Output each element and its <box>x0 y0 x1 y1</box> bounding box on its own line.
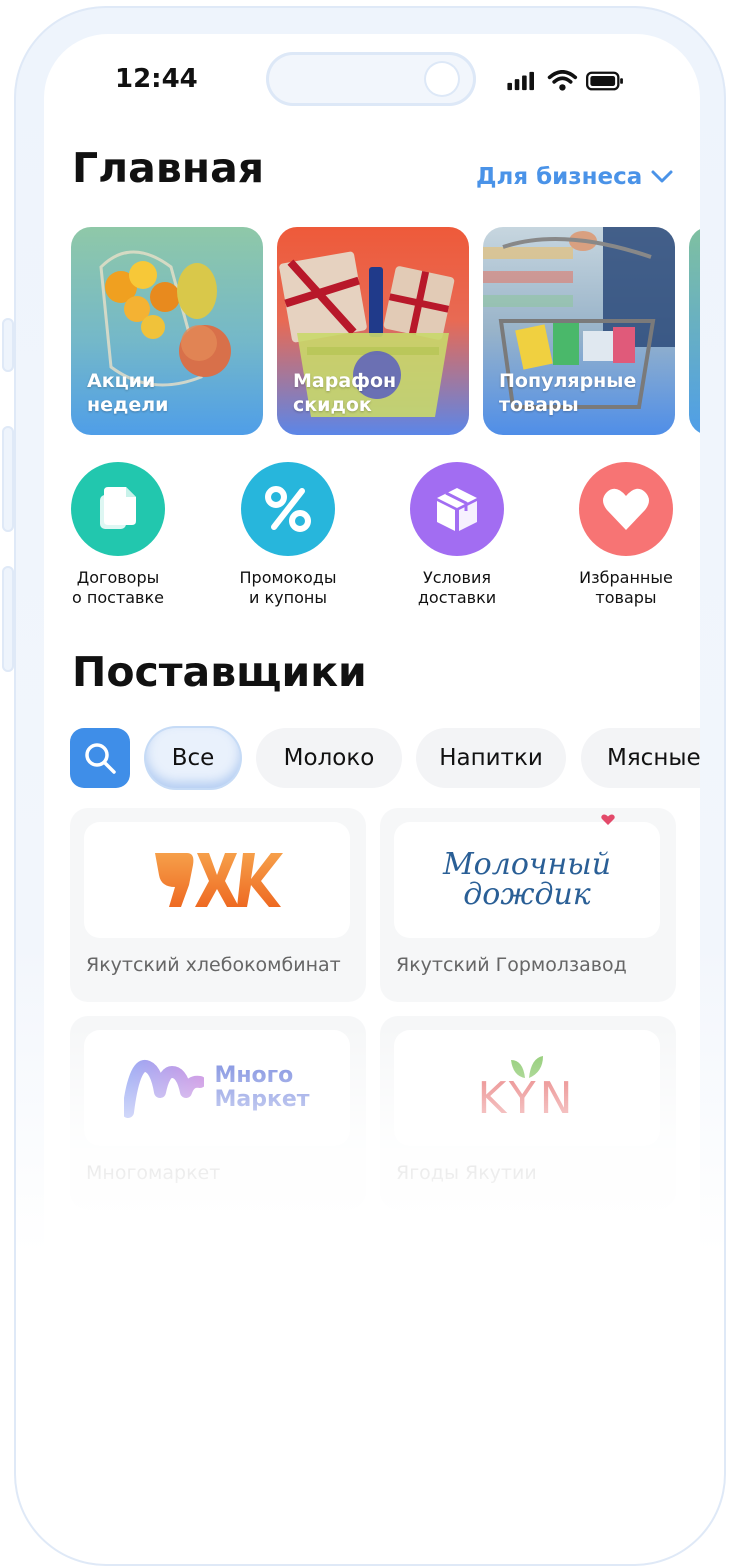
page-title: Главная <box>72 144 265 192</box>
quick-action-circle <box>71 462 165 556</box>
supplier-logo: Молочный дождик <box>394 814 660 940</box>
story-card-popular-goods[interactable]: Популярные товары <box>483 227 675 435</box>
phone-side-button <box>2 566 14 672</box>
story-card-next[interactable] <box>689 227 700 435</box>
quick-action-contracts[interactable]: Договоры о поставке <box>44 462 193 608</box>
supplier-card-bread[interactable]: Якутский хлебокомбинат <box>70 808 366 1002</box>
signal-icon <box>507 71 534 91</box>
percent-icon <box>265 486 311 532</box>
quick-action-label: Промокоды и купоны <box>239 568 337 607</box>
dynamic-island <box>266 52 476 106</box>
battery-icon <box>586 71 623 91</box>
supplier-logo: KYN <box>394 1030 660 1146</box>
supplier-card-dairy[interactable]: Молочный дождик Якутский Гормолзавод <box>380 808 676 1002</box>
supplier-name: Ягоды Якутии <box>396 1162 537 1184</box>
phone-side-button <box>2 318 14 372</box>
supplier-card-berries[interactable]: KYN Ягоды Якутии <box>380 1016 676 1210</box>
story-card-discount-marathon[interactable]: Марафон скидок <box>277 227 469 435</box>
filter-chip-milk[interactable]: Молоко <box>256 728 402 788</box>
supplier-name: Многомаркет <box>86 1162 221 1184</box>
story-card-weekly-deals[interactable]: Акции недели <box>71 227 263 435</box>
quick-action-label: Избранные товары <box>579 568 673 607</box>
supplier-name: Якутский хлебокомбинат <box>86 954 341 976</box>
kyn-logo: KYN <box>477 1054 576 1122</box>
chevron-down-icon <box>651 170 673 183</box>
m-wave-icon <box>124 1060 205 1118</box>
yakhk-logo <box>155 853 283 907</box>
filter-chip-meat[interactable]: Мясные <box>581 728 700 788</box>
logo-text: Много Маркет <box>214 1063 310 1112</box>
search-icon <box>85 743 116 774</box>
phone-side-button <box>2 426 14 532</box>
quick-action-circle <box>241 462 335 556</box>
filter-chip-all[interactable]: Все <box>146 728 240 788</box>
quick-action-promocodes[interactable]: Промокоды и купоны <box>213 462 363 608</box>
box-icon <box>437 488 477 531</box>
search-button[interactable] <box>70 728 130 788</box>
filter-chips: Все Молоко Напитки Мясные <box>70 728 700 790</box>
molochny-dozhdik-logo: Молочный дождик <box>442 814 615 940</box>
business-dropdown[interactable]: Для бизнеса <box>476 164 674 190</box>
heart-icon <box>603 488 649 530</box>
app-screen: 12:44 Главная Для бизнеса Акции недели М… <box>44 34 700 1517</box>
quick-action-circle <box>410 462 504 556</box>
story-label: Популярные товары <box>499 370 637 416</box>
story-label: Марафон скидок <box>293 370 397 416</box>
logo-text: KYN <box>477 1073 577 1124</box>
supplier-logo <box>84 822 350 938</box>
filter-chip-drinks[interactable]: Напитки <box>416 728 566 788</box>
mnogomarket-logo: Много Маркет <box>124 1058 310 1118</box>
quick-action-delivery[interactable]: Условия доставки <box>382 462 532 608</box>
logo-text: Молочный дождик <box>442 847 612 912</box>
quick-action-label: Условия доставки <box>417 568 497 607</box>
quick-action-label: Договоры о поставке <box>72 568 164 607</box>
document-icon <box>100 487 136 529</box>
heart-icon <box>601 814 615 825</box>
quick-action-favorites[interactable]: Избранные товары <box>551 462 700 608</box>
supplier-name: Якутский Гормолзавод <box>396 954 627 976</box>
stories-carousel: Акции недели Марафон скидок Популярные т… <box>71 227 700 435</box>
suppliers-title: Поставщики <box>72 648 367 696</box>
business-link-label: Для бизнеса <box>476 164 643 190</box>
supplier-logo: Много Маркет <box>84 1030 350 1146</box>
camera-icon <box>426 63 458 95</box>
status-time: 12:44 <box>115 64 198 94</box>
status-icons <box>507 70 623 91</box>
wifi-icon <box>547 70 578 91</box>
quick-action-circle <box>579 462 673 556</box>
supplier-card-mnogomarket[interactable]: Много Маркет Многомаркет <box>70 1016 366 1210</box>
story-label: Акции недели <box>87 370 169 416</box>
